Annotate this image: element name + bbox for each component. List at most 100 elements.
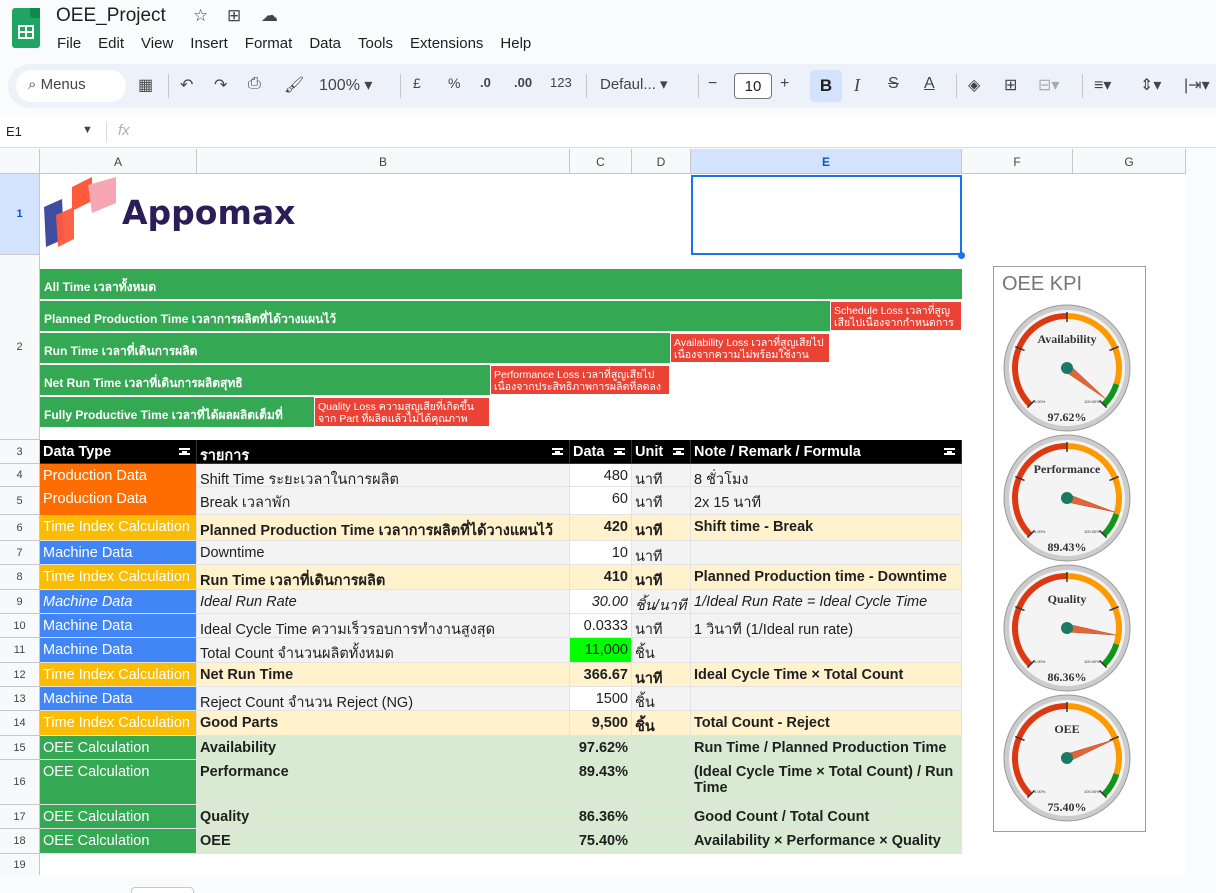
row-header-4[interactable]: 4 — [0, 464, 40, 487]
cell-e9[interactable]: 1/Ideal Run Rate = Ideal Cycle Time — [691, 590, 962, 614]
cell-e4[interactable]: 8 ชั่วโมง — [691, 464, 962, 487]
cell-a8[interactable]: Time Index Calculation — [40, 565, 197, 590]
cell-b14[interactable]: Good Parts — [197, 711, 570, 736]
column-header-d[interactable]: D — [632, 149, 691, 174]
cell-e7[interactable] — [691, 541, 962, 565]
header-2[interactable]: Data — [570, 440, 632, 464]
column-header-c[interactable]: C — [570, 149, 632, 174]
italic-button[interactable]: I — [854, 75, 860, 96]
bold-button[interactable]: B — [810, 70, 842, 102]
cell-e8[interactable]: Planned Production time - Downtime — [691, 565, 962, 590]
menu-view[interactable]: View — [141, 35, 173, 52]
cell-b8[interactable]: Run Time เวลาที่เดินการผลิต — [197, 565, 570, 590]
row-header-1[interactable]: 1 — [0, 174, 40, 255]
cell-d15[interactable] — [632, 736, 691, 760]
row-header-8[interactable]: 8 — [0, 565, 40, 590]
table-icon[interactable]: ▦ — [138, 75, 153, 95]
star-icon[interactable]: ☆ — [193, 6, 208, 26]
selected-cell-e1[interactable] — [691, 175, 962, 255]
undo-icon[interactable]: ↶ — [180, 75, 193, 95]
cell-d4[interactable]: นาที — [632, 464, 691, 487]
filter-icon[interactable] — [552, 448, 563, 455]
horizontal-align-icon[interactable]: ≡▾ — [1094, 75, 1111, 95]
cell-d11[interactable]: ชิ้น — [632, 638, 691, 663]
increase-decimal-button[interactable]: .00 — [514, 75, 532, 90]
cell-b10[interactable]: Ideal Cycle Time ความเร็วรอบการทำงานสูงส… — [197, 614, 570, 638]
header-1[interactable]: รายการ — [197, 440, 570, 464]
column-header-g[interactable]: G — [1073, 149, 1186, 174]
cell-b12[interactable]: Net Run Time — [197, 663, 570, 687]
cell-c15[interactable]: 97.62% — [570, 736, 632, 760]
strikethrough-icon[interactable]: S — [888, 75, 899, 93]
menu-extensions[interactable]: Extensions — [410, 35, 483, 52]
row-header-7[interactable]: 7 — [0, 541, 40, 565]
row-header-14[interactable]: 14 — [0, 711, 40, 736]
filter-icon[interactable] — [614, 448, 625, 455]
cell-b9[interactable]: Ideal Run Rate — [197, 590, 570, 614]
row-header-11[interactable]: 11 — [0, 638, 40, 663]
cell-a13[interactable]: Machine Data — [40, 687, 197, 711]
column-header-b[interactable]: B — [197, 149, 570, 174]
cell-d8[interactable]: นาที — [632, 565, 691, 590]
cell-e5[interactable]: 2x 15 นาที1x 30 นาที — [691, 487, 962, 515]
row-header-19[interactable]: 19 — [0, 854, 40, 876]
row-header-5[interactable]: 5 — [0, 487, 40, 515]
cell-c12[interactable]: 366.67 — [570, 663, 632, 687]
row-header-15[interactable]: 15 — [0, 736, 40, 760]
row-header-12[interactable]: 12 — [0, 663, 40, 687]
cell-c10[interactable]: 0.0333 — [570, 614, 632, 638]
menu-tools[interactable]: Tools — [358, 35, 393, 52]
cell-e12[interactable]: Ideal Cycle Time × Total Count — [691, 663, 962, 687]
cell-e18[interactable]: Availability × Performance × Quality — [691, 829, 962, 854]
header-4[interactable]: Note / Remark / Formula — [691, 440, 962, 464]
cell-c18[interactable]: 75.40% — [570, 829, 632, 854]
zoom-select[interactable]: 100% ▾ — [319, 75, 372, 95]
cell-b18[interactable]: OEE — [197, 829, 570, 854]
number-format-button[interactable]: 123 — [550, 75, 572, 90]
cell-c17[interactable]: 86.36% — [570, 805, 632, 829]
decrease-decimal-button[interactable]: .0 — [480, 75, 491, 90]
menu-edit[interactable]: Edit — [98, 35, 124, 52]
cell-e11[interactable] — [691, 638, 962, 663]
row-header-6[interactable]: 6 — [0, 515, 40, 541]
cell-a6[interactable]: Time Index Calculation — [40, 515, 197, 541]
cell-b17[interactable]: Quality — [197, 805, 570, 829]
cell-c5[interactable]: 60 — [570, 487, 632, 515]
cell-a12[interactable]: Time Index Calculation — [40, 663, 197, 687]
cell-e17[interactable]: Good Count / Total Count — [691, 805, 962, 829]
cell-d5[interactable]: นาที — [632, 487, 691, 515]
vertical-align-icon[interactable]: ⇕▾ — [1140, 75, 1161, 95]
cell-a15[interactable]: OEE Calculation — [40, 736, 197, 760]
cell-a10[interactable]: Machine Data — [40, 614, 197, 638]
doc-title[interactable]: OEE_Project — [56, 5, 166, 27]
text-wrap-icon[interactable]: |⇥▾ — [1184, 75, 1210, 95]
paint-format-icon[interactable]: 🖌 — [284, 75, 304, 95]
cell-c4[interactable]: 480 — [570, 464, 632, 487]
cell-c13[interactable]: 1500 — [570, 687, 632, 711]
sheet-tab[interactable] — [131, 887, 194, 893]
cell-d13[interactable]: ชิ้น — [632, 687, 691, 711]
cell-b16[interactable]: Performance — [197, 760, 570, 805]
column-header-e[interactable]: E — [691, 149, 962, 174]
header-3[interactable]: Unit — [632, 440, 691, 464]
cell-e6[interactable]: Shift time - Break — [691, 515, 962, 541]
menu-format[interactable]: Format — [245, 35, 293, 52]
menu-help[interactable]: Help — [500, 35, 531, 52]
cell-a17[interactable]: OEE Calculation — [40, 805, 197, 829]
currency-button[interactable]: £ — [413, 75, 421, 91]
cloud-status-icon[interactable]: ☁ — [261, 6, 278, 26]
row-header-17[interactable]: 17 — [0, 805, 40, 829]
cell-a11[interactable]: Machine Data — [40, 638, 197, 663]
font-size-increase-icon[interactable]: + — [780, 75, 789, 93]
row-header-9[interactable]: 9 — [0, 590, 40, 614]
cell-a16[interactable]: OEE Calculation — [40, 760, 197, 805]
menu-file[interactable]: File — [57, 35, 81, 52]
cell-b6[interactable]: Planned Production Time เวลาการผลิตที่ได… — [197, 515, 570, 541]
row-header-18[interactable]: 18 — [0, 829, 40, 854]
cell-e16[interactable]: (Ideal Cycle Time × Total Count) / Run Ti… — [691, 760, 962, 805]
redo-icon[interactable]: ↷ — [214, 75, 227, 95]
font-size-input[interactable]: 10 — [734, 73, 772, 99]
row-header-16[interactable]: 16 — [0, 760, 40, 805]
header-0[interactable]: Data Type — [40, 440, 197, 464]
name-box[interactable]: E1 — [6, 124, 22, 139]
